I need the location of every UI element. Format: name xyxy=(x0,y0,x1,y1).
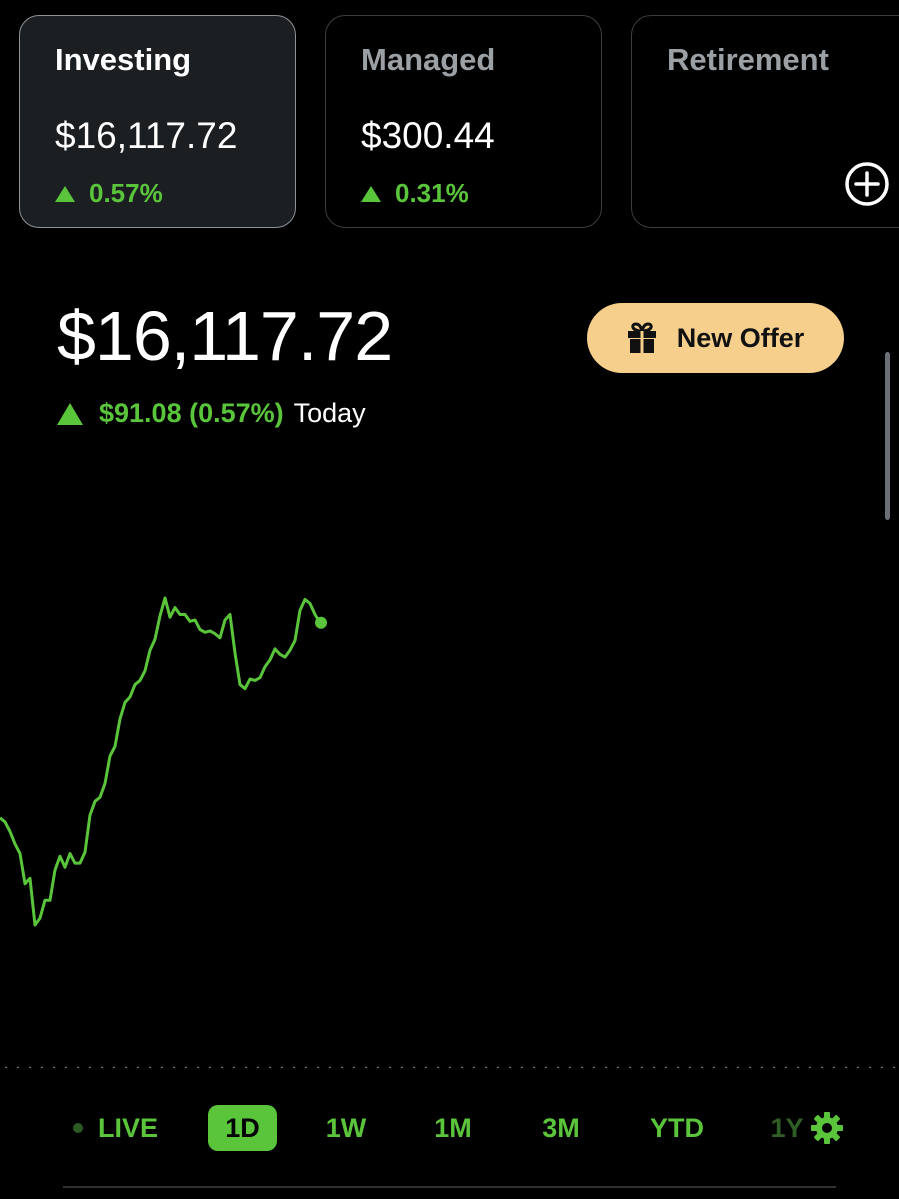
account-change: 0.57% xyxy=(55,178,163,209)
gear-icon[interactable] xyxy=(810,1111,844,1145)
account-change: 0.31% xyxy=(361,178,469,209)
portfolio-change-period: Today xyxy=(293,398,366,428)
new-offer-label: New Offer xyxy=(676,322,805,353)
account-title: Investing xyxy=(55,42,192,77)
up-triangle-icon xyxy=(361,185,381,202)
account-value: $16,117.72 xyxy=(55,115,238,156)
account-title: Retirement xyxy=(667,42,829,77)
portfolio-value: $16,117.72 xyxy=(57,297,393,375)
new-offer-button[interactable]: New Offer xyxy=(587,303,844,373)
account-change-percent: 0.31% xyxy=(395,178,469,208)
account-change-percent: 0.57% xyxy=(89,178,163,208)
plus-circle-icon[interactable] xyxy=(844,161,890,207)
range-1d[interactable]: 1D xyxy=(208,1105,277,1151)
portfolio-chart[interactable] xyxy=(0,560,899,960)
chart-current-point xyxy=(315,616,327,629)
live-dot-icon xyxy=(73,1123,83,1133)
account-value: $300.44 xyxy=(361,115,495,156)
previous-close-baseline xyxy=(0,1066,899,1068)
chart-series-line xyxy=(0,596,322,927)
account-card-retirement[interactable]: Retirement xyxy=(631,15,899,228)
account-card-investing[interactable]: Investing $16,117.72 0.57% xyxy=(19,15,296,228)
scrollbar[interactable] xyxy=(885,352,890,520)
up-triangle-icon xyxy=(57,402,83,425)
range-1y[interactable]: 1Y xyxy=(762,1105,812,1151)
portfolio-change-amount: $91.08 (0.57%) xyxy=(99,398,284,428)
portfolio-day-change: $91.08 (0.57%) Today xyxy=(57,398,366,429)
range-live[interactable]: LIVE xyxy=(96,1105,160,1151)
range-1m[interactable]: 1M xyxy=(425,1105,481,1151)
bottom-divider xyxy=(63,1186,836,1188)
range-selector: LIVE 1D 1W 1M 3M YTD 1Y xyxy=(0,1103,899,1153)
account-title: Managed xyxy=(361,42,496,77)
gift-icon xyxy=(627,322,656,353)
range-ytd[interactable]: YTD xyxy=(645,1105,709,1151)
range-1w[interactable]: 1W xyxy=(318,1105,374,1151)
range-3m[interactable]: 3M xyxy=(533,1105,589,1151)
account-card-managed[interactable]: Managed $300.44 0.31% xyxy=(325,15,602,228)
up-triangle-icon xyxy=(55,185,75,202)
